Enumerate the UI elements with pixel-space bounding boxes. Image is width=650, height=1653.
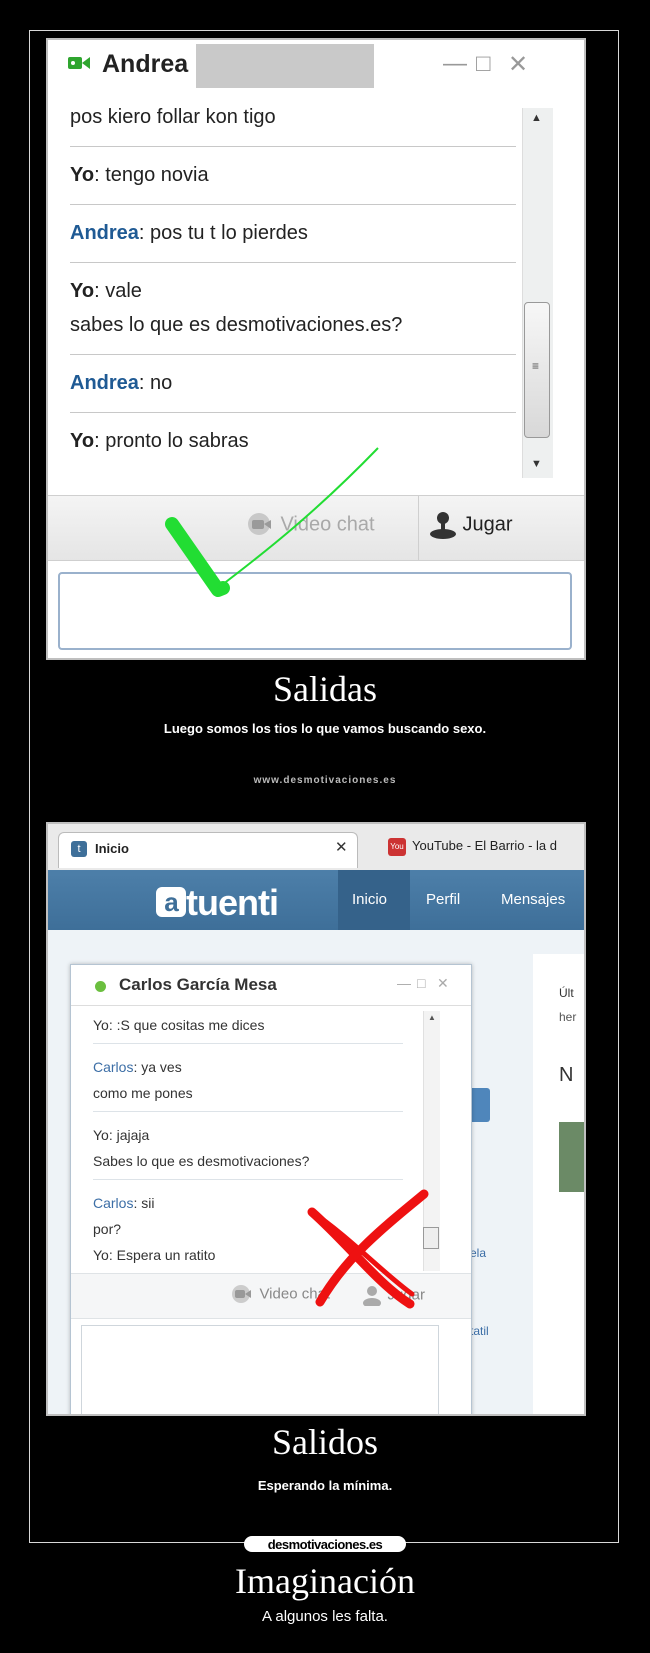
caption-title: Salidos <box>271 1422 378 1462</box>
tuenti-screenshot: t Inicio ✕ You YouTube - El Barrio - la … <box>46 822 586 1416</box>
caption-subtitle: Luego somos los tios lo que vamos buscan… <box>163 721 487 736</box>
caption-subtitle: Esperando la mínima. <box>257 1478 393 1493</box>
gtalk-chat-window: Andrea — □ ✕ pos kiero follar kon tigo Y… <box>46 38 586 660</box>
red-cross-mark <box>307 1189 429 1309</box>
caption-url: www.desmotivaciones.es <box>253 775 397 786</box>
site-logo-text: desmotivaciones.es <box>267 1537 383 1552</box>
poster-title: Imaginación <box>235 1561 415 1601</box>
site-logo-badge[interactable]: desmotivaciones.es <box>244 1536 406 1552</box>
green-checkmark <box>165 447 379 597</box>
poster-subtitle: A algunos les falta. <box>262 1608 388 1625</box>
caption-title: Salidas <box>273 669 377 709</box>
